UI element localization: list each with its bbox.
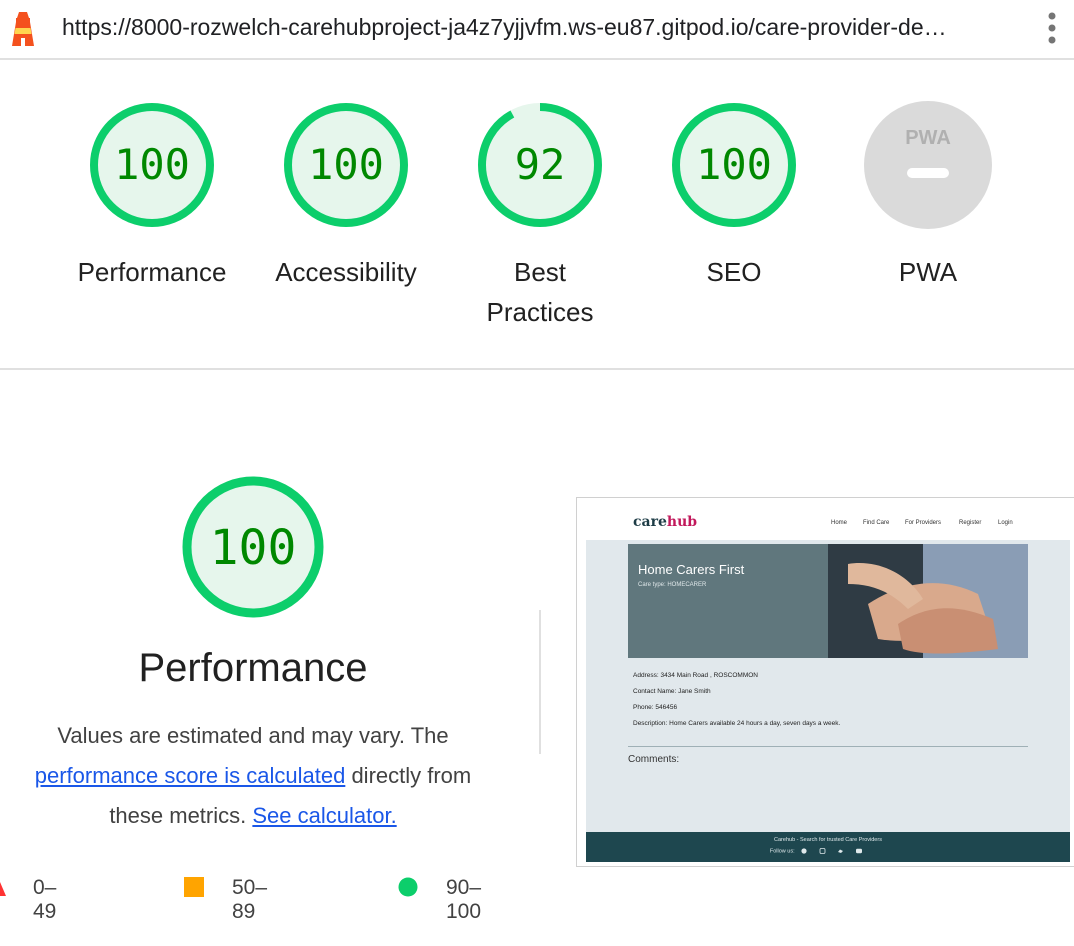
hero-panel: Home Carers First Care type: HOMECARER (628, 544, 828, 658)
instagram-icon (819, 848, 826, 854)
score-ring: 100 (90, 103, 214, 227)
performance-title: Performance (138, 646, 368, 690)
comments-heading: Comments: (628, 754, 680, 765)
performance-score-gauge: 100 (182, 476, 324, 618)
legend-range: 0–49 (33, 876, 57, 923)
score-ring: 100 (672, 103, 796, 227)
scores-summary: 100 Performance 100 Accessibility 92 Bes… (0, 60, 1074, 368)
circle-icon (398, 877, 418, 897)
score-ring: 92 (478, 103, 602, 227)
performance-description: Values are estimated and may vary. The p… (0, 716, 506, 836)
performance-score: 100 (210, 520, 297, 576)
footer-follow: Follow us: (586, 847, 1070, 855)
pwa-badge-text: PWA (905, 127, 951, 149)
desc-text-2: directly from (345, 763, 472, 788)
gauge-label-line2: Practices (486, 297, 594, 327)
lighthouse-icon (12, 12, 34, 46)
site-nav-find-care: Find Care (863, 520, 890, 526)
detail-contact: Contact Name: Jane Smith (633, 688, 711, 695)
hero-subtitle: Care type: HOMECARER (638, 582, 707, 588)
detail-description: Description: Home Carers available 24 ho… (633, 720, 841, 727)
desc-text-3: these metrics. (109, 803, 247, 828)
hands-photo (828, 544, 1028, 658)
site-logo: carehub (633, 514, 698, 530)
gauge-score: 100 (114, 140, 190, 189)
final-screenshot[interactable]: carehub Home Find Care For Providers Reg… (576, 497, 1074, 867)
triangle-icon (0, 882, 6, 896)
see-calculator-link[interactable]: See calculator. (252, 803, 396, 828)
legend-range: 90–100 (446, 876, 482, 923)
follow-label: Follow us: (769, 848, 795, 855)
site-nav-register: Register (959, 520, 982, 526)
site-nav-for-providers: For Providers (905, 520, 942, 526)
url-text[interactable]: https://8000-rozwelch-carehubproject-ja4… (62, 14, 947, 41)
gauge-label-line1: Best (513, 257, 567, 287)
gauge-score: 100 (696, 140, 772, 189)
desc-text-1: Values are estimated and may vary. The (57, 723, 449, 748)
pwa-badge-icon: PWA (864, 101, 992, 229)
gauge-score: 100 (308, 140, 384, 189)
social-icons (801, 848, 863, 854)
detail-address: Address: 3434 Main Road , ROSCOMMON (633, 672, 758, 679)
score-ring: 100 (284, 103, 408, 227)
square-icon (184, 877, 204, 897)
comments-divider (628, 746, 1028, 747)
gauge-performance[interactable]: 100 Performance (52, 100, 252, 292)
detail-phone: Phone: 546456 (633, 704, 678, 711)
more-options-icon[interactable] (1040, 10, 1064, 46)
browser-bar: https://8000-rozwelch-carehubproject-ja4… (0, 0, 1074, 60)
gauge-best-practices[interactable]: 92 Best Practices (440, 100, 640, 332)
gauge-accessibility[interactable]: 100 Accessibility (246, 100, 446, 292)
facebook-icon (801, 848, 807, 854)
score-calculated-link[interactable]: performance score is calculated (35, 763, 346, 788)
hero-title: Home Carers First (638, 562, 745, 577)
vertical-separator (539, 610, 541, 754)
youtube-icon (856, 848, 863, 854)
gauge-label: Performance (77, 257, 227, 287)
site-nav-home: Home (831, 520, 848, 526)
gauge-label: SEO (706, 257, 762, 287)
site-footer: Carehub - Search for trusted Care Provid… (586, 832, 1070, 862)
section-divider (0, 368, 1074, 370)
gauge-seo[interactable]: 100 SEO (634, 100, 834, 292)
gauge-label: Accessibility (275, 257, 417, 287)
gauge-score: 92 (515, 140, 566, 189)
twitter-icon (838, 849, 844, 853)
gauge-label: Best Practices (440, 252, 640, 332)
legend-range: 50–89 (232, 876, 268, 923)
footer-text: Carehub - Search for trusted Care Provid… (774, 837, 882, 843)
site-body: Home Carers First Care type: HOMECARER A… (586, 540, 1070, 832)
site-nav-login: Login (998, 520, 1013, 526)
gauge-label: PWA (898, 257, 958, 287)
gauge-pwa[interactable]: PWA PWA (828, 100, 1028, 292)
site-header: carehub Home Find Care For Providers Reg… (577, 498, 1074, 540)
